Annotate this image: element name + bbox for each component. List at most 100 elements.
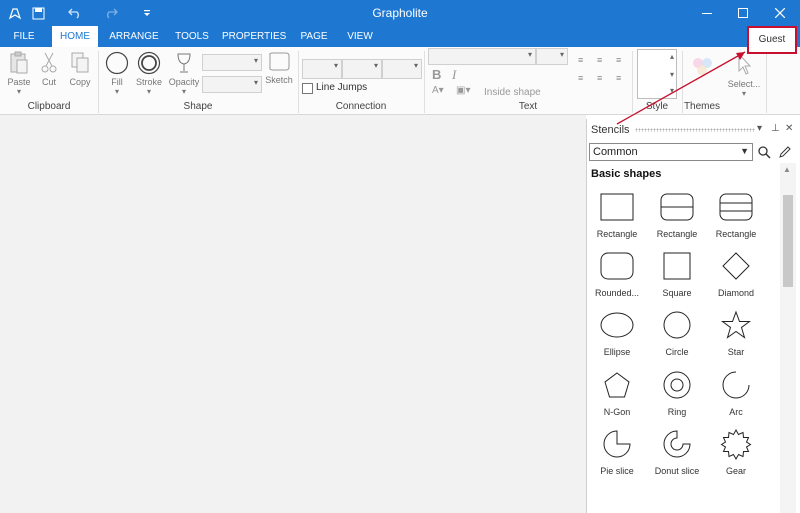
copy-button[interactable]: Copy bbox=[66, 51, 94, 87]
guest-label: Guest bbox=[758, 34, 786, 45]
copy-icon bbox=[71, 52, 89, 73]
tab-properties[interactable]: PROPERTIES bbox=[222, 26, 286, 47]
fill-button[interactable]: Fill ▾ bbox=[104, 51, 130, 96]
line-jumps-checkbox[interactable] bbox=[302, 83, 313, 94]
themes-palette-icon[interactable] bbox=[690, 55, 716, 82]
tab-file[interactable]: FILE bbox=[6, 26, 42, 47]
stencil-shape-label: Rounded... bbox=[594, 288, 640, 298]
sketch-label: Sketch bbox=[265, 75, 293, 85]
rect-one-line-icon bbox=[660, 193, 694, 221]
guest-account-button[interactable]: Guest bbox=[747, 26, 797, 54]
tab-arrange[interactable]: ARRANGE bbox=[106, 26, 162, 47]
italic-icon[interactable]: I bbox=[452, 67, 456, 83]
stencil-shape-pie-slice[interactable]: Pie slice bbox=[587, 428, 647, 488]
cut-button[interactable]: Cut bbox=[36, 51, 62, 87]
connection-line-style-dropdown[interactable] bbox=[302, 59, 342, 79]
group-label-shape: Shape bbox=[183, 101, 213, 112]
donut-slice-icon bbox=[663, 430, 691, 458]
stencil-shape-diamond[interactable]: Diamond bbox=[706, 250, 766, 310]
stencil-set-select[interactable]: Common ▼ bbox=[589, 143, 753, 161]
stencil-shape-rect-two-lines[interactable]: Rectangle bbox=[706, 191, 766, 251]
stencil-shape-ellipse[interactable]: Ellipse bbox=[587, 309, 647, 369]
shape-style-dropdown[interactable] bbox=[202, 54, 262, 71]
stencil-shape-rounded-rect[interactable]: Rounded... bbox=[587, 250, 647, 310]
stencil-shape-pentagon[interactable]: N-Gon bbox=[587, 369, 647, 429]
stencil-set-value: Common bbox=[593, 146, 638, 158]
ribbon: Paste ▾ Cut Copy Clipboard Fill ▾ Stroke… bbox=[0, 47, 800, 115]
search-icon[interactable] bbox=[755, 143, 773, 161]
pentagon-icon bbox=[604, 372, 630, 398]
text-highlight-icon[interactable]: ▣▾ bbox=[456, 85, 470, 96]
valign-top-icon[interactable]: ≡ bbox=[578, 73, 583, 83]
scrollbar-thumb[interactable] bbox=[783, 195, 793, 287]
ellipse-icon bbox=[600, 312, 634, 338]
scroll-up-icon[interactable]: ▲ bbox=[783, 165, 791, 174]
stencils-panel: Stencils ▾ ⊥ ✕ Common ▼ Basic shapes Rec… bbox=[586, 119, 800, 513]
shape-size-dropdown[interactable] bbox=[202, 76, 262, 93]
stencil-shape-label: Star bbox=[727, 347, 745, 357]
group-label-themes: Themes bbox=[683, 101, 721, 112]
bold-icon[interactable]: B bbox=[432, 67, 441, 82]
stencil-shape-gear[interactable]: Gear bbox=[706, 428, 766, 488]
group-label-connection: Connection bbox=[335, 101, 387, 112]
stencil-shape-label: Square bbox=[662, 288, 692, 298]
valign-bottom-icon[interactable]: ≡ bbox=[616, 73, 621, 83]
style-gallery[interactable]: ▴ ▾ ▾ bbox=[637, 49, 677, 99]
opacity-button[interactable]: Opacity ▾ bbox=[168, 51, 200, 96]
group-label-clipboard: Clipboard bbox=[27, 101, 71, 112]
paste-button[interactable]: Paste ▾ bbox=[6, 51, 32, 96]
font-color-icon[interactable]: A▾ bbox=[432, 85, 444, 96]
tab-page[interactable]: PAGE bbox=[296, 26, 332, 47]
stencil-shape-label: Diamond bbox=[717, 288, 755, 298]
square-icon bbox=[663, 252, 691, 280]
cut-label: Cut bbox=[41, 77, 56, 87]
tab-tools[interactable]: TOOLS bbox=[170, 26, 214, 47]
menu-tabs: FILE HOME ARRANGE TOOLS PROPERTIES PAGE … bbox=[0, 26, 800, 47]
select-button[interactable]: Select... ▾ bbox=[726, 51, 762, 98]
font-size-dropdown[interactable] bbox=[536, 48, 568, 65]
stencil-shape-arc[interactable]: Arc bbox=[706, 369, 766, 429]
scissors-icon bbox=[41, 52, 57, 73]
stencil-shape-label: Arc bbox=[729, 407, 743, 417]
panel-menu-icon[interactable]: ▾ bbox=[757, 123, 762, 134]
diamond-icon bbox=[722, 252, 750, 280]
chevron-down-icon: ▼ bbox=[740, 146, 749, 156]
drawing-canvas[interactable] bbox=[0, 115, 586, 513]
line-jumps-label: Line Jumps bbox=[316, 82, 368, 93]
connection-end-arrow-dropdown[interactable] bbox=[382, 59, 422, 79]
stencil-shape-star[interactable]: Star bbox=[706, 309, 766, 369]
minimize-button[interactable] bbox=[689, 0, 725, 26]
valign-middle-icon[interactable]: ≡ bbox=[597, 73, 602, 83]
font-family-dropdown[interactable] bbox=[428, 48, 536, 65]
close-button[interactable] bbox=[762, 0, 798, 26]
stroke-button[interactable]: Stroke ▾ bbox=[134, 51, 164, 96]
tab-home[interactable]: HOME bbox=[52, 26, 98, 47]
panel-drag-handle[interactable] bbox=[635, 128, 755, 132]
stencil-shape-rect[interactable]: Rectangle bbox=[587, 191, 647, 251]
stencil-shape-circle[interactable]: Circle bbox=[647, 309, 707, 369]
window-title: Grapholite bbox=[372, 6, 428, 20]
stencil-shape-label: Gear bbox=[725, 466, 746, 476]
stencil-shape-donut-slice[interactable]: Donut slice bbox=[647, 428, 707, 488]
stencil-shape-square[interactable]: Square bbox=[647, 250, 707, 310]
inside-shape-label[interactable]: Inside shape bbox=[484, 87, 541, 98]
edit-pencil-icon[interactable] bbox=[775, 143, 793, 161]
align-center-icon[interactable]: ≡ bbox=[597, 56, 602, 65]
stroke-label: Stroke bbox=[135, 77, 162, 87]
cursor-icon bbox=[738, 52, 752, 75]
stencil-shape-label: Rectangle bbox=[715, 229, 757, 239]
stencils-scrollbar[interactable]: ▲ bbox=[780, 163, 796, 513]
connection-start-arrow-dropdown[interactable] bbox=[342, 59, 382, 79]
stencil-shape-ring[interactable]: Ring bbox=[647, 369, 707, 429]
align-left-icon[interactable]: ≡ bbox=[578, 56, 583, 65]
sketch-button[interactable]: Sketch bbox=[264, 51, 294, 85]
pin-icon[interactable]: ⊥ bbox=[771, 123, 780, 134]
stencil-shape-rect-one-line[interactable]: Rectangle bbox=[647, 191, 707, 251]
panel-close-icon[interactable]: ✕ bbox=[785, 123, 793, 134]
group-label-style: Style bbox=[645, 101, 669, 112]
fill-icon bbox=[105, 51, 129, 75]
maximize-button[interactable] bbox=[725, 0, 761, 26]
paste-label: Paste bbox=[7, 77, 31, 87]
tab-view[interactable]: VIEW bbox=[342, 26, 378, 47]
align-right-icon[interactable]: ≡ bbox=[616, 56, 621, 65]
